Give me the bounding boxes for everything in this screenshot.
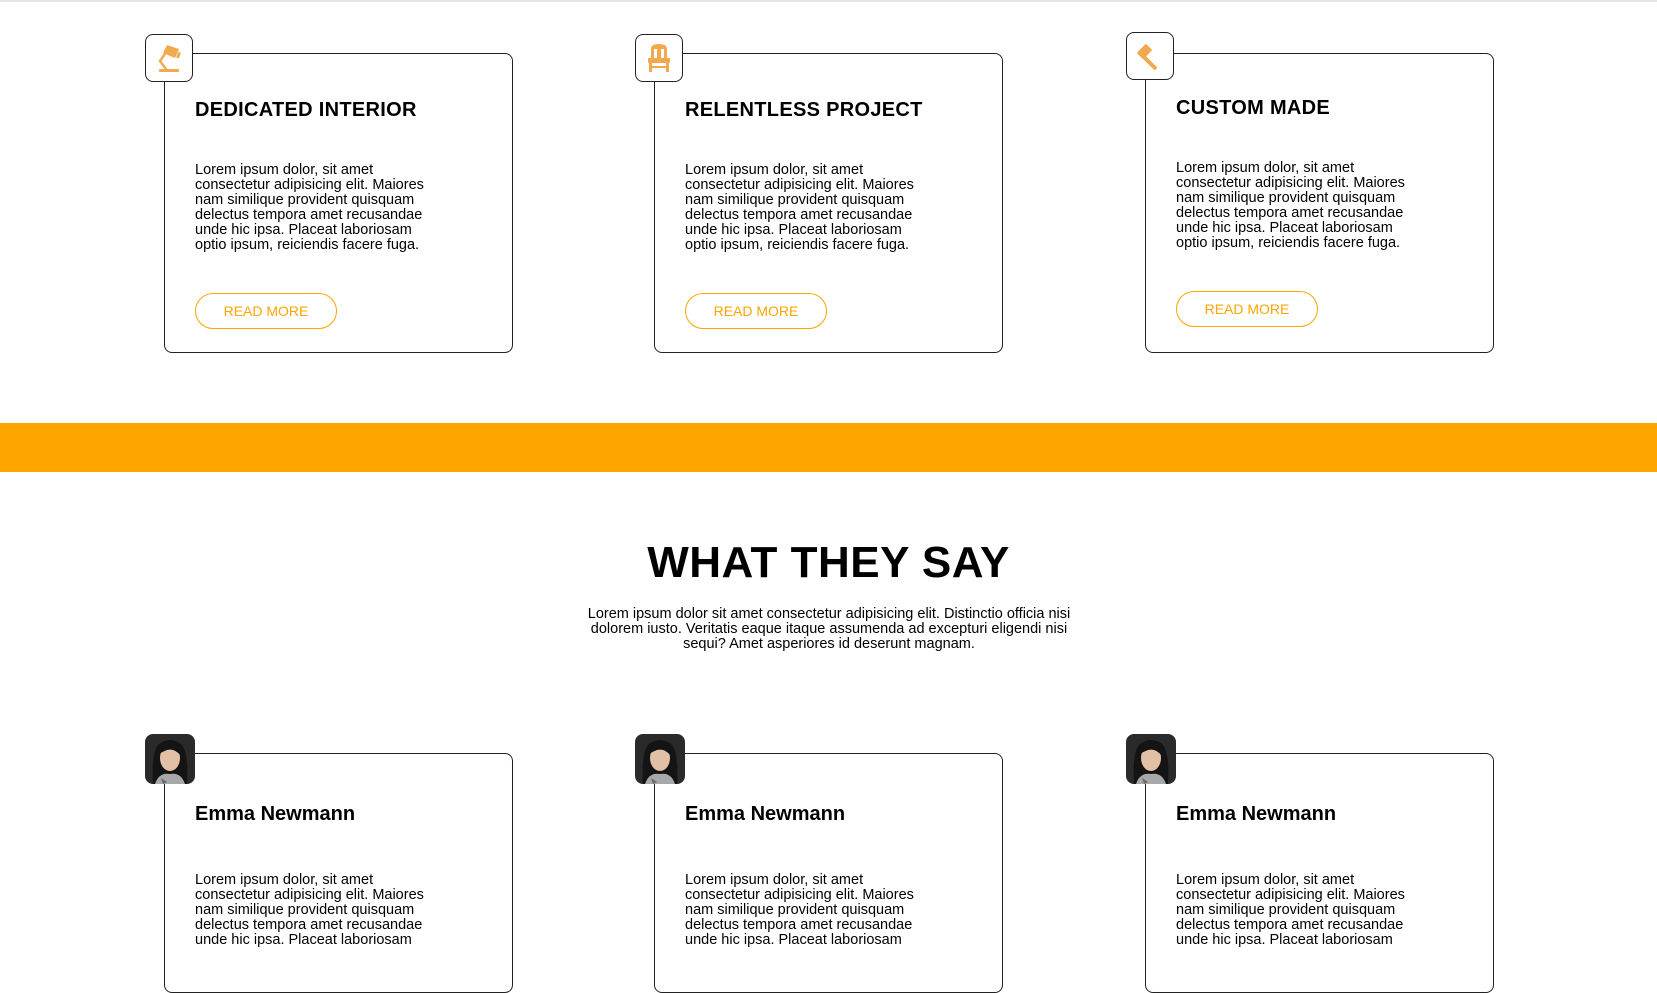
avatar (145, 734, 195, 784)
testimonial-text: Lorem ipsum dolor, sit amet consectetur … (195, 872, 424, 948)
hammer-icon (1126, 32, 1174, 80)
feature-title: RELENTLESS PROJECT (685, 99, 923, 121)
testimonial-name: Emma Newmann (195, 803, 356, 825)
orange-divider-band (0, 423, 1657, 472)
chair-icon (635, 34, 683, 82)
section-subtitle: Lorem ipsum dolor sit amet consectetur a… (587, 606, 1071, 652)
avatar (635, 734, 685, 784)
section-heading: WHAT THEY SAY (647, 538, 1010, 587)
testimonial-text: Lorem ipsum dolor, sit amet consectetur … (1176, 872, 1405, 948)
feature-description: Lorem ipsum dolor, sit amet consectetur … (1176, 160, 1405, 251)
feature-description: Lorem ipsum dolor, sit amet consectetur … (685, 162, 914, 253)
testimonial-text: Lorem ipsum dolor, sit amet consectetur … (685, 872, 914, 948)
testimonial-name: Emma Newmann (685, 803, 846, 825)
testimonial-card: Emma Newmann Lorem ipsum dolor, sit amet… (654, 753, 1003, 993)
top-divider (0, 0, 1657, 2)
read-more-button[interactable]: READ MORE (1176, 291, 1318, 327)
read-more-button[interactable]: READ MORE (685, 293, 827, 329)
desk-lamp-icon (145, 34, 193, 82)
feature-title: CUSTOM MADE (1176, 97, 1331, 119)
testimonial-card: Emma Newmann Lorem ipsum dolor, sit amet… (1145, 753, 1494, 993)
testimonial-card: Emma Newmann Lorem ipsum dolor, sit amet… (164, 753, 513, 993)
read-more-button[interactable]: READ MORE (195, 293, 337, 329)
feature-card-dedicated-interior: DEDICATED INTERIOR Lorem ipsum dolor, si… (164, 53, 513, 353)
avatar (1126, 734, 1176, 784)
testimonial-name: Emma Newmann (1176, 803, 1337, 825)
feature-description: Lorem ipsum dolor, sit amet consectetur … (195, 162, 424, 253)
feature-title: DEDICATED INTERIOR (195, 99, 417, 121)
feature-card-custom-made: CUSTOM MADE Lorem ipsum dolor, sit amet … (1145, 53, 1494, 353)
feature-card-relentless-project: RELENTLESS PROJECT Lorem ipsum dolor, si… (654, 53, 1003, 353)
